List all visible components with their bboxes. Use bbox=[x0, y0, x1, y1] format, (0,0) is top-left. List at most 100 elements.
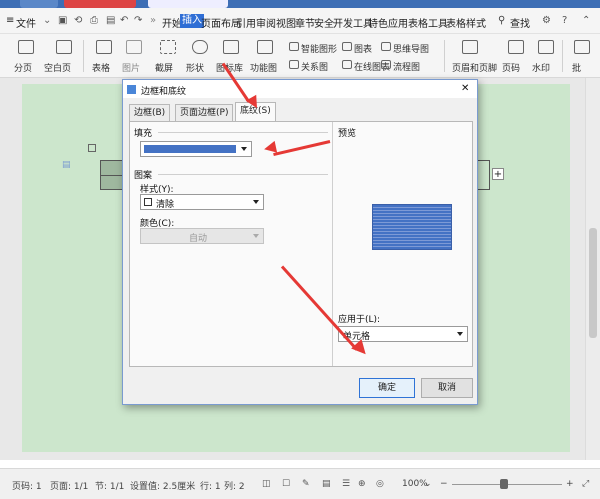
save-icon[interactable]: ▣ bbox=[58, 15, 67, 26]
menu-review[interactable]: 审阅 bbox=[256, 15, 276, 30]
arrow-head bbox=[262, 140, 278, 156]
blank-page-button[interactable]: 空白页 bbox=[44, 61, 71, 74]
menu-table-tools[interactable]: 表格工具 bbox=[408, 15, 448, 30]
zoom-in-button[interactable]: + bbox=[566, 479, 574, 489]
ribbon-divider bbox=[444, 40, 445, 72]
chart-button[interactable]: 图表 bbox=[354, 42, 372, 55]
reading-view-icon[interactable]: ◎ bbox=[376, 479, 384, 489]
zoom-slider-thumb[interactable] bbox=[500, 479, 508, 489]
ribbon-divider bbox=[83, 40, 84, 72]
undo-history-icon[interactable]: ⟲ bbox=[74, 15, 82, 26]
ribbon-divider bbox=[562, 40, 563, 72]
apply-to-dropdown[interactable]: 单元格 bbox=[338, 326, 468, 342]
ok-button[interactable]: 确定 bbox=[359, 378, 415, 398]
dropdown-arrow-icon bbox=[457, 332, 463, 336]
hamburger-icon[interactable]: ≡ bbox=[6, 15, 14, 26]
zoom-dropdown-icon[interactable]: ⌄ bbox=[424, 479, 432, 489]
menu-view[interactable]: 视图 bbox=[276, 15, 296, 30]
picture-button[interactable]: 图片 bbox=[122, 61, 140, 74]
search-label[interactable]: 查找 bbox=[510, 15, 530, 30]
menu-page-layout[interactable]: 页面布局 bbox=[201, 15, 241, 30]
menu-chapter[interactable]: 章节 bbox=[295, 15, 315, 30]
pattern-style-value: 清除 bbox=[156, 200, 175, 210]
mind-map-icon bbox=[381, 42, 391, 51]
relation-chart-button[interactable]: 关系图 bbox=[301, 60, 328, 73]
ribbon-toolbar: 分页 空白页 表格 图片 截屏 形状 图标库 功能图 智能图形 图表 思维导图 … bbox=[0, 34, 600, 78]
watermark-button[interactable]: 水印 bbox=[532, 61, 550, 74]
preview-icon[interactable]: ▤ bbox=[106, 15, 115, 26]
tab-document-2[interactable] bbox=[148, 0, 228, 8]
scrollbar-thumb[interactable] bbox=[589, 228, 597, 338]
page-break-icon bbox=[18, 40, 34, 54]
screenshot-button[interactable]: 截屏 bbox=[155, 61, 173, 74]
table-button[interactable]: 表格 bbox=[92, 61, 110, 74]
function-chart-button[interactable]: 功能图 bbox=[250, 61, 277, 74]
pattern-color-value: 自动 bbox=[189, 234, 208, 244]
web-view-icon[interactable]: ⊕ bbox=[358, 479, 366, 489]
menu-special-apps[interactable]: 特色应用 bbox=[368, 15, 408, 30]
dropdown-arrow-icon bbox=[241, 147, 247, 151]
comment-button[interactable]: 批 bbox=[572, 61, 581, 74]
status-section[interactable]: 节: 1/1 bbox=[95, 479, 124, 492]
search-icon[interactable]: ⚲ bbox=[498, 15, 505, 26]
status-page[interactable]: 页码: 1 bbox=[12, 479, 42, 492]
table-move-handle-icon[interactable] bbox=[88, 144, 96, 152]
table-cell-right[interactable] bbox=[476, 160, 490, 190]
shading-preview-box bbox=[372, 204, 452, 250]
tab-document-1[interactable] bbox=[64, 0, 136, 8]
help-icon[interactable]: ? bbox=[562, 15, 567, 26]
zoom-out-button[interactable]: − bbox=[440, 479, 448, 489]
dropdown-arrow-icon bbox=[253, 234, 259, 238]
status-setting[interactable]: 设置值: 2.5厘米 bbox=[130, 479, 195, 492]
menu-start[interactable]: 开始 bbox=[162, 15, 182, 30]
spell-check-icon[interactable]: ☐ bbox=[282, 479, 290, 489]
undo-icon[interactable]: ↶ bbox=[120, 15, 128, 26]
menu-developer[interactable]: 开发工具 bbox=[333, 15, 373, 30]
dropdown-arrow-icon bbox=[253, 200, 259, 204]
online-chart-icon bbox=[342, 60, 352, 69]
page-break-button[interactable]: 分页 bbox=[14, 61, 32, 74]
fill-label: 填充 bbox=[134, 129, 153, 139]
tab-borders[interactable]: 边框(B) bbox=[129, 104, 171, 122]
mind-map-button[interactable]: 思维导图 bbox=[393, 42, 429, 55]
print-icon[interactable]: ⎙ bbox=[90, 15, 98, 26]
tab-page-borders[interactable]: 页面边框(P) bbox=[175, 104, 234, 122]
pen-icon[interactable]: ✎ bbox=[302, 479, 310, 489]
flowchart-button[interactable]: 流程图 bbox=[393, 60, 420, 73]
collapse-ribbon-icon[interactable]: ⌃ bbox=[582, 15, 590, 26]
file-menu[interactable]: 文件 bbox=[16, 15, 36, 30]
vertical-scrollbar[interactable] bbox=[585, 78, 600, 460]
menu-table-style[interactable]: 表格样式 bbox=[446, 15, 486, 30]
header-footer-button[interactable]: 页眉和页脚 bbox=[452, 61, 497, 74]
smart-art-button[interactable]: 智能图形 bbox=[301, 42, 337, 55]
pattern-label: 图案 bbox=[134, 171, 153, 181]
settings-icon[interactable]: ⚙ bbox=[542, 15, 551, 26]
menu-overflow-icon[interactable]: › bbox=[482, 15, 486, 26]
pattern-style-dropdown[interactable]: 清除 bbox=[140, 194, 264, 210]
dialog-app-icon bbox=[127, 85, 136, 94]
shape-button[interactable]: 形状 bbox=[186, 61, 204, 74]
redo-icon[interactable]: ↷ bbox=[134, 15, 142, 26]
paragraph-icon[interactable]: ▤ bbox=[62, 160, 72, 170]
outline-view-icon[interactable]: ☰ bbox=[342, 479, 350, 489]
add-column-icon[interactable]: + bbox=[492, 168, 504, 180]
status-pages[interactable]: 页面: 1/1 bbox=[50, 479, 88, 492]
status-row[interactable]: 行: 1 bbox=[200, 479, 221, 492]
page-number-button[interactable]: 页码 bbox=[502, 61, 520, 74]
track-changes-icon[interactable]: ◫ bbox=[262, 479, 271, 489]
pattern-group-line bbox=[158, 174, 328, 175]
status-col[interactable]: 列: 2 bbox=[224, 479, 245, 492]
fit-window-icon[interactable]: ⤢ bbox=[582, 479, 589, 489]
apply-to-label: 应用于(L): bbox=[338, 315, 381, 325]
dialog-close-icon[interactable]: ✕ bbox=[461, 83, 469, 94]
pattern-color-dropdown[interactable]: 自动 bbox=[140, 228, 264, 244]
page-view-icon[interactable]: ▤ bbox=[322, 479, 331, 489]
menu-references[interactable]: 引用 bbox=[236, 15, 256, 30]
menu-security[interactable]: 安全 bbox=[314, 15, 334, 30]
more-chevron-icon[interactable]: » bbox=[150, 15, 156, 26]
fill-color-dropdown[interactable] bbox=[140, 141, 252, 157]
title-bar bbox=[0, 0, 600, 8]
chevron-down-icon[interactable]: ⌄ bbox=[43, 15, 51, 26]
tab-wps[interactable] bbox=[20, 0, 58, 8]
cancel-button[interactable]: 取消 bbox=[421, 378, 473, 398]
